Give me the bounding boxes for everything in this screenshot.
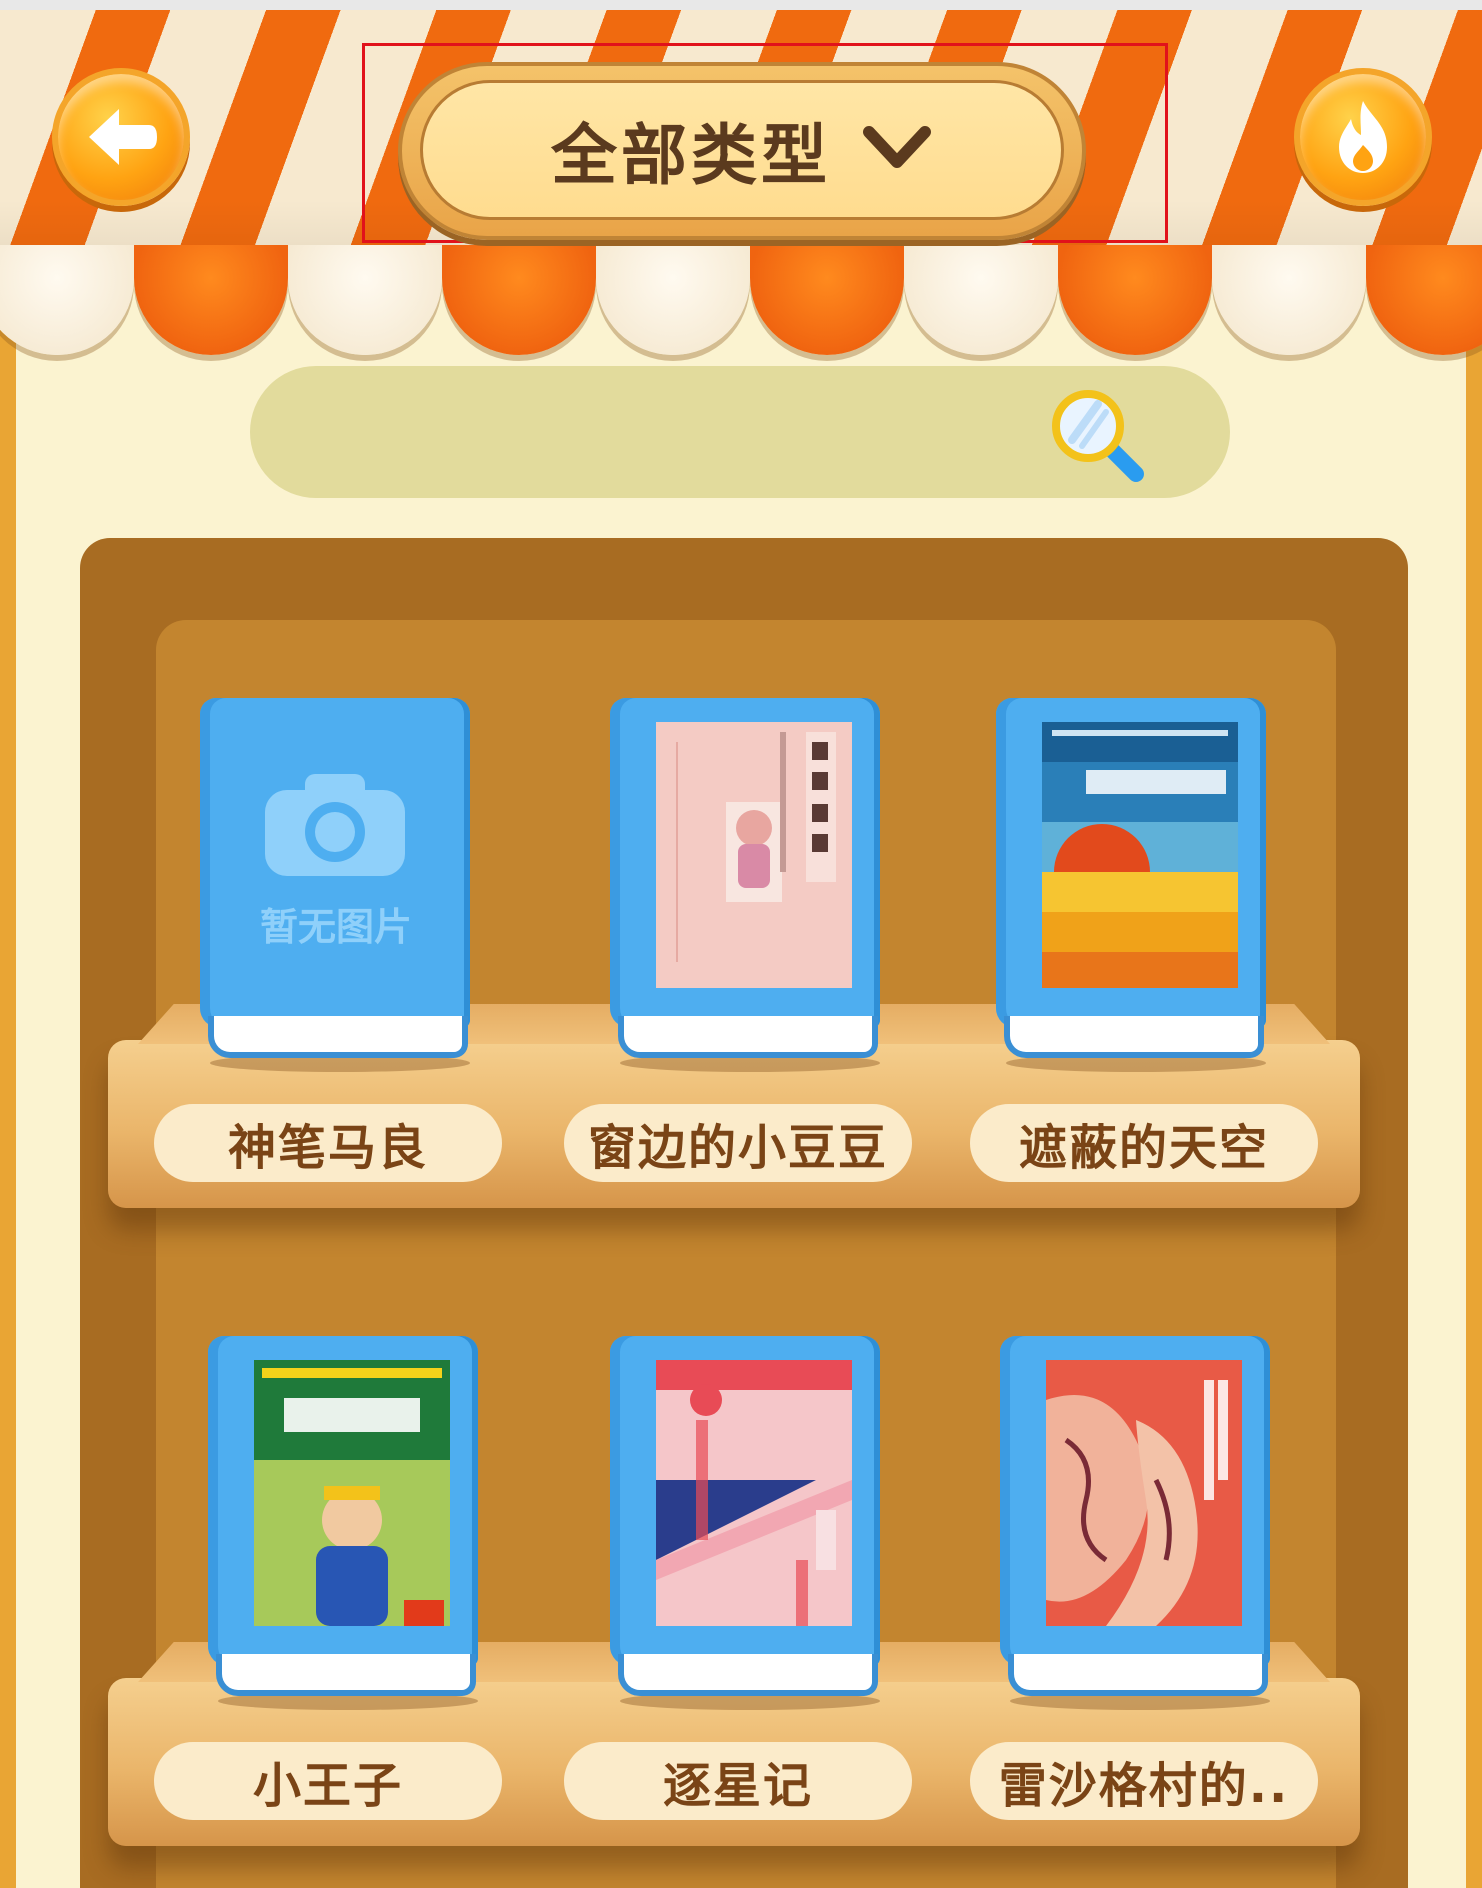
book-cover-image xyxy=(254,1360,450,1626)
scallop xyxy=(1212,245,1366,355)
book-pages xyxy=(216,1654,476,1696)
flame-icon xyxy=(1339,101,1387,173)
scallop xyxy=(596,245,750,355)
book-card[interactable]: 暂无图片 xyxy=(200,698,470,1072)
book-pages xyxy=(618,1016,878,1058)
book-card[interactable] xyxy=(208,1336,478,1710)
category-selector-inner: 全部类型 xyxy=(420,80,1064,220)
scallop xyxy=(134,245,288,355)
page: 全部类型 暂无图片 神笔马良 窗边的小豆豆 遮蔽的天空 小王子 逐星记 雷沙格村… xyxy=(0,0,1482,1888)
book-card[interactable] xyxy=(1000,1336,1270,1710)
book-title-label[interactable]: 窗边的小豆豆 xyxy=(564,1104,912,1182)
book-cover-image xyxy=(1046,1360,1242,1626)
scallop xyxy=(0,245,134,355)
book-pages xyxy=(208,1016,468,1058)
book-title-label[interactable]: 遮蔽的天空 xyxy=(970,1104,1318,1182)
back-arrow-icon xyxy=(89,109,157,165)
book-card[interactable] xyxy=(996,698,1266,1072)
back-button[interactable] xyxy=(52,68,190,206)
category-label: 全部类型 xyxy=(551,117,831,194)
awning-scallops xyxy=(0,245,1482,355)
book-title-label[interactable]: 雷沙格村的.. xyxy=(970,1742,1318,1820)
book-pages xyxy=(1008,1654,1268,1696)
scallop xyxy=(288,245,442,355)
book-cover-image xyxy=(1042,722,1238,988)
book-pages xyxy=(1004,1016,1264,1058)
book-cover-image xyxy=(656,1360,852,1626)
camera-icon xyxy=(265,774,405,876)
scallop xyxy=(904,245,1058,355)
hot-button[interactable] xyxy=(1294,68,1432,206)
no-image-placeholder: 暂无图片 xyxy=(260,768,413,951)
book-pages xyxy=(618,1654,878,1696)
chevron-down-icon xyxy=(861,124,933,176)
book-card[interactable] xyxy=(610,1336,880,1710)
scallop xyxy=(1366,245,1482,355)
browser-strip xyxy=(0,0,1482,10)
scallop xyxy=(1058,245,1212,355)
scallop xyxy=(750,245,904,355)
book-title-label[interactable]: 逐星记 xyxy=(564,1742,912,1820)
book-title-label[interactable]: 小王子 xyxy=(154,1742,502,1820)
book-card[interactable] xyxy=(610,698,880,1072)
category-selector[interactable]: 全部类型 xyxy=(398,62,1086,240)
scallop xyxy=(442,245,596,355)
magnifier-icon[interactable] xyxy=(1046,384,1146,484)
book-cover-image xyxy=(656,722,852,988)
no-image-text: 暂无图片 xyxy=(260,905,413,949)
book-title-label[interactable]: 神笔马良 xyxy=(154,1104,502,1182)
